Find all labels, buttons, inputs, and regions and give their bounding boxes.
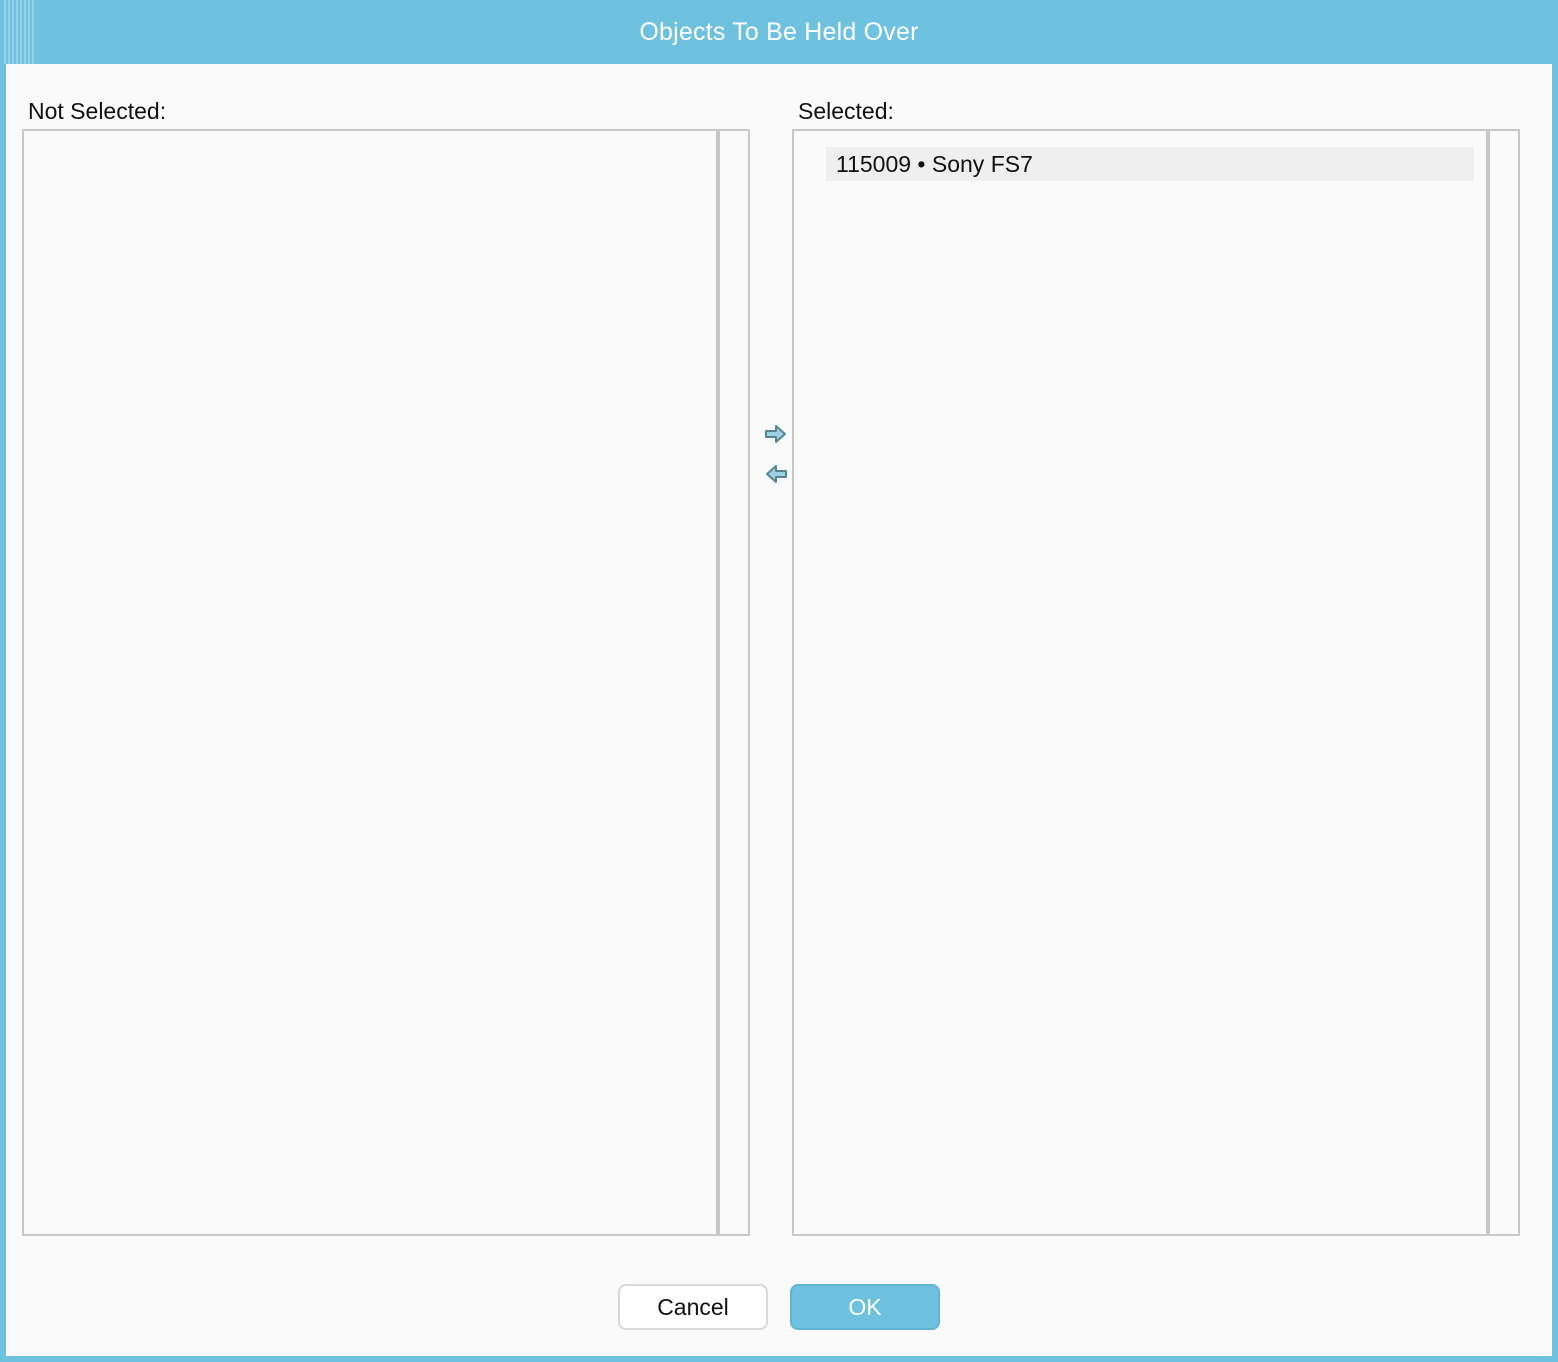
not-selected-items xyxy=(24,131,712,1234)
not-selected-scrollbar[interactable] xyxy=(716,131,748,1234)
list-item[interactable]: 115009 • Sony FS7 xyxy=(826,147,1474,181)
move-left-button[interactable] xyxy=(763,461,789,487)
dialog-window: Objects To Be Held Over Not Selected: Se… xyxy=(0,0,1558,1362)
not-selected-list[interactable] xyxy=(22,129,750,1236)
selected-scrollbar[interactable] xyxy=(1486,131,1518,1234)
not-selected-label: Not Selected: xyxy=(28,98,167,124)
selected-items: 115009 • Sony FS7 xyxy=(794,131,1482,1234)
drag-grip[interactable] xyxy=(4,0,34,64)
selected-list[interactable]: 115009 • Sony FS7 xyxy=(792,129,1520,1236)
selected-label: Selected: xyxy=(798,98,894,124)
arrow-left-icon xyxy=(766,465,787,483)
move-right-button[interactable] xyxy=(763,421,789,447)
cancel-button[interactable]: Cancel xyxy=(618,1284,768,1330)
dialog-title: Objects To Be Held Over xyxy=(639,17,919,46)
dialog-titlebar[interactable]: Objects To Be Held Over xyxy=(0,0,1558,64)
ok-button[interactable]: OK xyxy=(790,1284,940,1330)
arrow-right-icon xyxy=(765,425,786,443)
